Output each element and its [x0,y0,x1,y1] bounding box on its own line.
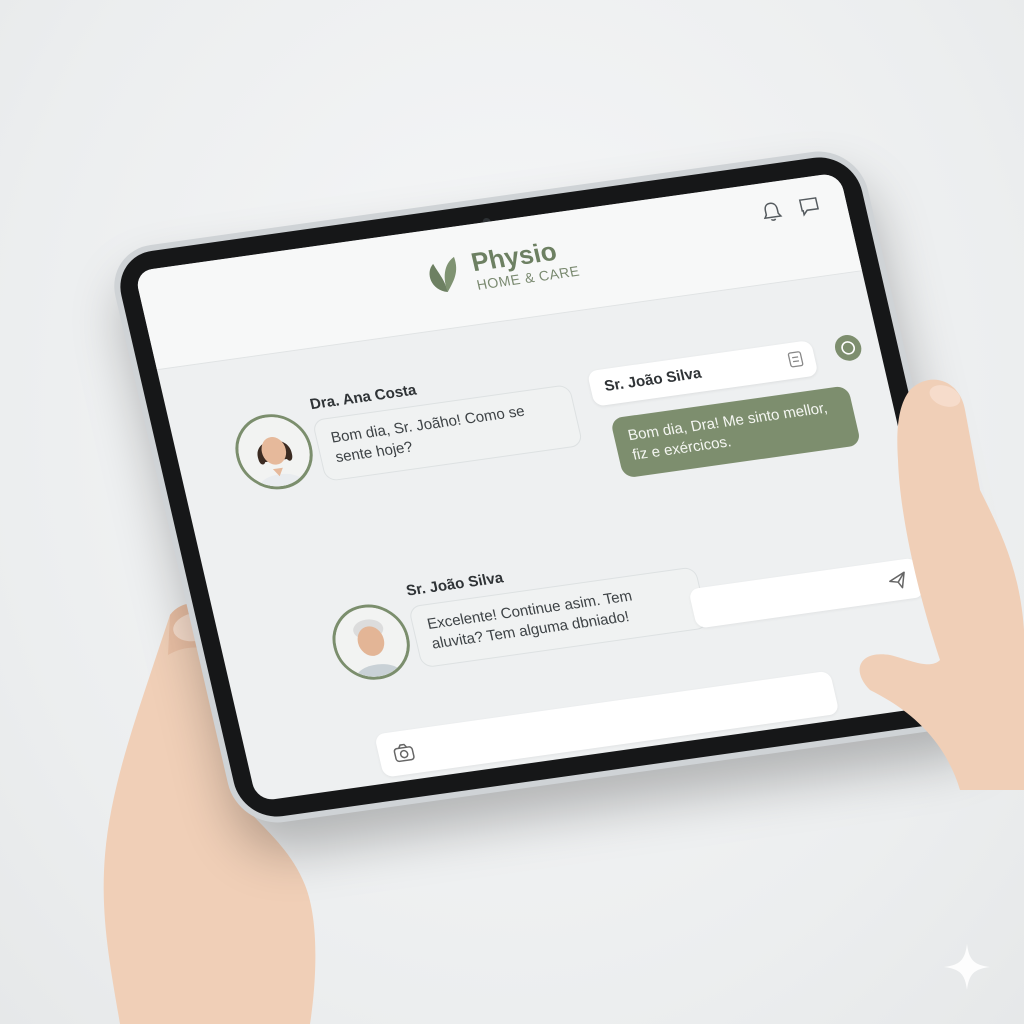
patient-avatar[interactable] [324,599,418,685]
chat-icon[interactable] [796,194,823,219]
app-logo[interactable]: Physio HOME & CARE [417,234,581,299]
app-screen: Physio HOME & CARE Dra. Ana Costa Bom di… [134,172,962,802]
message-status-icon [832,333,864,363]
right-hand [859,379,1024,790]
leaf-logo-icon [429,256,457,293]
header-actions [758,194,822,224]
camera-icon[interactable] [390,740,417,765]
doctor-avatar[interactable] [227,409,321,495]
sparkle-watermark-icon [944,944,990,990]
doctor-photo [231,412,317,491]
document-icon[interactable] [785,349,807,369]
patient-photo [328,603,414,682]
bell-icon[interactable] [758,199,785,224]
sender-name: Sr. João Silva [602,364,704,395]
